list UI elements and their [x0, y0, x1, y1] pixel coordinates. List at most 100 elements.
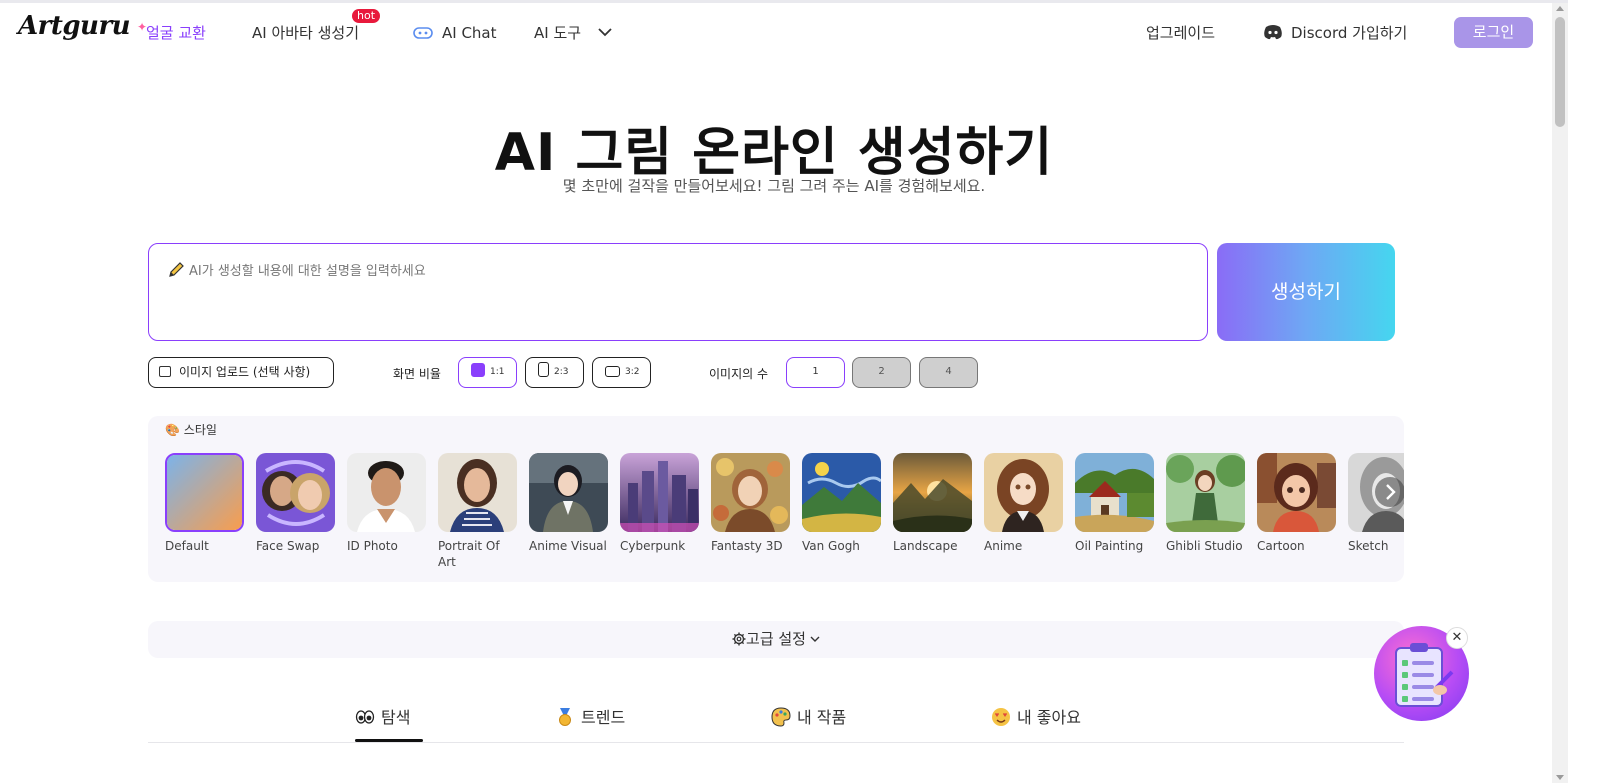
nav-face-swap[interactable]: ✦ 얼굴 교환: [137, 20, 206, 43]
nav-face-swap-label: 얼굴 교환: [146, 24, 206, 42]
nav-discord-label: Discord 가입하기: [1291, 24, 1408, 42]
style-name: Fantasty 3D: [711, 539, 783, 553]
style-anime[interactable]: Anime: [984, 453, 1063, 554]
style-name: Portrait Of Art: [438, 539, 500, 569]
style-thumbnail: [984, 453, 1063, 532]
style-portrait-of-art[interactable]: Portrait Of Art: [438, 453, 517, 570]
image-icon: [159, 366, 171, 377]
style-thumbnail: [1257, 453, 1336, 532]
style-heading: 🎨 스타일: [165, 421, 217, 438]
ratio-option-2-3[interactable]: 2:3: [525, 357, 584, 388]
style-name: Landscape: [893, 539, 958, 553]
style-face-swap[interactable]: Face Swap: [256, 453, 335, 554]
style-name: Face Swap: [256, 539, 320, 553]
style-name: Anime: [984, 539, 1023, 553]
pencil-icon: [169, 262, 184, 277]
hot-badge: hot: [352, 9, 381, 23]
style-ghibli-studio[interactable]: Ghibli Studio: [1166, 453, 1245, 554]
style-picker: 🎨 스타일 Default Face Swap ID Photo Portrai…: [148, 416, 1404, 582]
style-name: Ghibli Studio: [1166, 539, 1243, 553]
scroll-down-arrow-icon[interactable]: [1556, 775, 1564, 780]
chat-bot-icon: [413, 27, 433, 39]
tab-my-likes-label: 내 좋아요: [1017, 708, 1081, 727]
style-scroll-next-button[interactable]: [1375, 477, 1404, 507]
style-anime-visual[interactable]: Anime Visual: [529, 453, 608, 554]
chevron-right-icon: [1386, 484, 1396, 500]
eyes-icon: [355, 710, 375, 724]
style-name: Oil Painting: [1075, 539, 1144, 553]
nav-ai-avatar[interactable]: AI 아바타 생성기 hot: [252, 9, 381, 43]
tab-my-works-label: 내 작품: [797, 708, 847, 727]
style-thumbnail: [438, 453, 517, 532]
tab-trend[interactable]: 트렌드: [555, 704, 625, 728]
scrollbar-thumb[interactable]: [1555, 17, 1565, 127]
style-oil-painting[interactable]: Oil Painting: [1075, 453, 1154, 554]
tab-my-likes[interactable]: 내 좋아요: [991, 704, 1081, 728]
artguru-logo[interactable]: Artguru: [18, 11, 131, 41]
count-option-4[interactable]: 4: [919, 357, 978, 388]
page-title: AI 그림 온라인 생성하기: [494, 123, 1054, 183]
sparkle-icon: ✦: [137, 20, 148, 34]
style-thumbnail: [256, 453, 335, 532]
login-button[interactable]: 로그인: [1454, 17, 1533, 48]
top-navigation: Artguru ✦ 얼굴 교환 AI 아바타 생성기 hot AI Chat A…: [0, 3, 1552, 65]
chevron-down-icon: [598, 28, 612, 37]
nav-ai-tools-dropdown[interactable]: AI 도구: [534, 23, 612, 43]
image-upload-button[interactable]: 이미지 업로드 (선택 사항): [148, 357, 334, 388]
heart-eyes-icon: [992, 708, 1010, 726]
style-van-gogh[interactable]: Van Gogh: [802, 453, 881, 554]
tab-trend-label: 트렌드: [581, 708, 626, 727]
nav-ai-chat[interactable]: AI Chat: [412, 23, 497, 43]
style-thumbnail: [893, 453, 972, 532]
landscape-ratio-icon: [605, 366, 620, 377]
count-option-1[interactable]: 1: [786, 357, 845, 388]
style-default[interactable]: Default: [165, 453, 244, 554]
ratio-option-3-2[interactable]: 3:2: [592, 357, 651, 388]
image-count-label: 이미지의 수: [709, 367, 769, 381]
style-name: ID Photo: [347, 539, 398, 553]
style-thumbnail: [1075, 453, 1154, 532]
palette-icon: [771, 707, 791, 727]
nav-ai-chat-label: AI Chat: [442, 24, 497, 42]
discord-icon: [1264, 25, 1282, 40]
gear-icon: [732, 632, 746, 646]
page-scrollbar[interactable]: [1552, 3, 1568, 783]
style-name: Sketch: [1348, 539, 1389, 553]
style-cartoon[interactable]: Cartoon: [1257, 453, 1336, 554]
style-landscape[interactable]: Landscape: [893, 453, 972, 554]
chevron-down-icon: [810, 636, 820, 642]
survey-widget-close-button[interactable]: ✕: [1446, 627, 1468, 649]
palette-icon: 🎨: [165, 423, 180, 437]
ratio-option-label: 1:1: [490, 367, 505, 377]
style-thumbnail: [1166, 453, 1245, 532]
generate-button[interactable]: 생성하기: [1217, 243, 1395, 341]
prompt-input[interactable]: [189, 260, 1189, 330]
nav-upgrade[interactable]: 업그레이드: [1146, 23, 1215, 43]
style-cyberpunk[interactable]: Cyberpunk: [620, 453, 699, 554]
image-upload-label: 이미지 업로드 (선택 사항): [179, 365, 311, 379]
style-id-photo[interactable]: ID Photo: [347, 453, 426, 554]
scroll-up-arrow-icon[interactable]: [1556, 6, 1564, 11]
tab-explore[interactable]: 탐색: [355, 704, 410, 728]
style-fantasy-3d[interactable]: Fantasty 3D: [711, 453, 790, 554]
square-ratio-icon: [471, 363, 485, 377]
aspect-ratio-label: 화면 비율: [393, 367, 441, 381]
style-name: Default: [165, 539, 209, 553]
prompt-box: [148, 243, 1208, 341]
tab-explore-label: 탐색: [381, 708, 411, 727]
style-thumbnail: [711, 453, 790, 532]
count-option-2[interactable]: 2: [852, 357, 911, 388]
page-subtitle: 몇 초만에 걸작을 만들어보세요! 그림 그려 주는 AI를 경험해보세요.: [562, 177, 986, 195]
advanced-settings-label: 고급 설정: [746, 630, 806, 648]
nav-ai-tools-label: AI 도구: [534, 24, 582, 42]
style-heading-label: 스타일: [183, 423, 217, 437]
advanced-settings-toggle[interactable]: 고급 설정: [148, 621, 1404, 658]
ratio-option-label: 2:3: [554, 367, 569, 377]
tab-my-works[interactable]: 내 작품: [771, 704, 846, 728]
style-thumbnail: [620, 453, 699, 532]
nav-discord-join[interactable]: Discord 가입하기: [1263, 23, 1407, 43]
style-thumbnail: [165, 453, 244, 532]
ratio-option-1-1[interactable]: 1:1: [458, 357, 517, 388]
style-thumbnail: [529, 453, 608, 532]
style-name: Cyberpunk: [620, 539, 686, 553]
